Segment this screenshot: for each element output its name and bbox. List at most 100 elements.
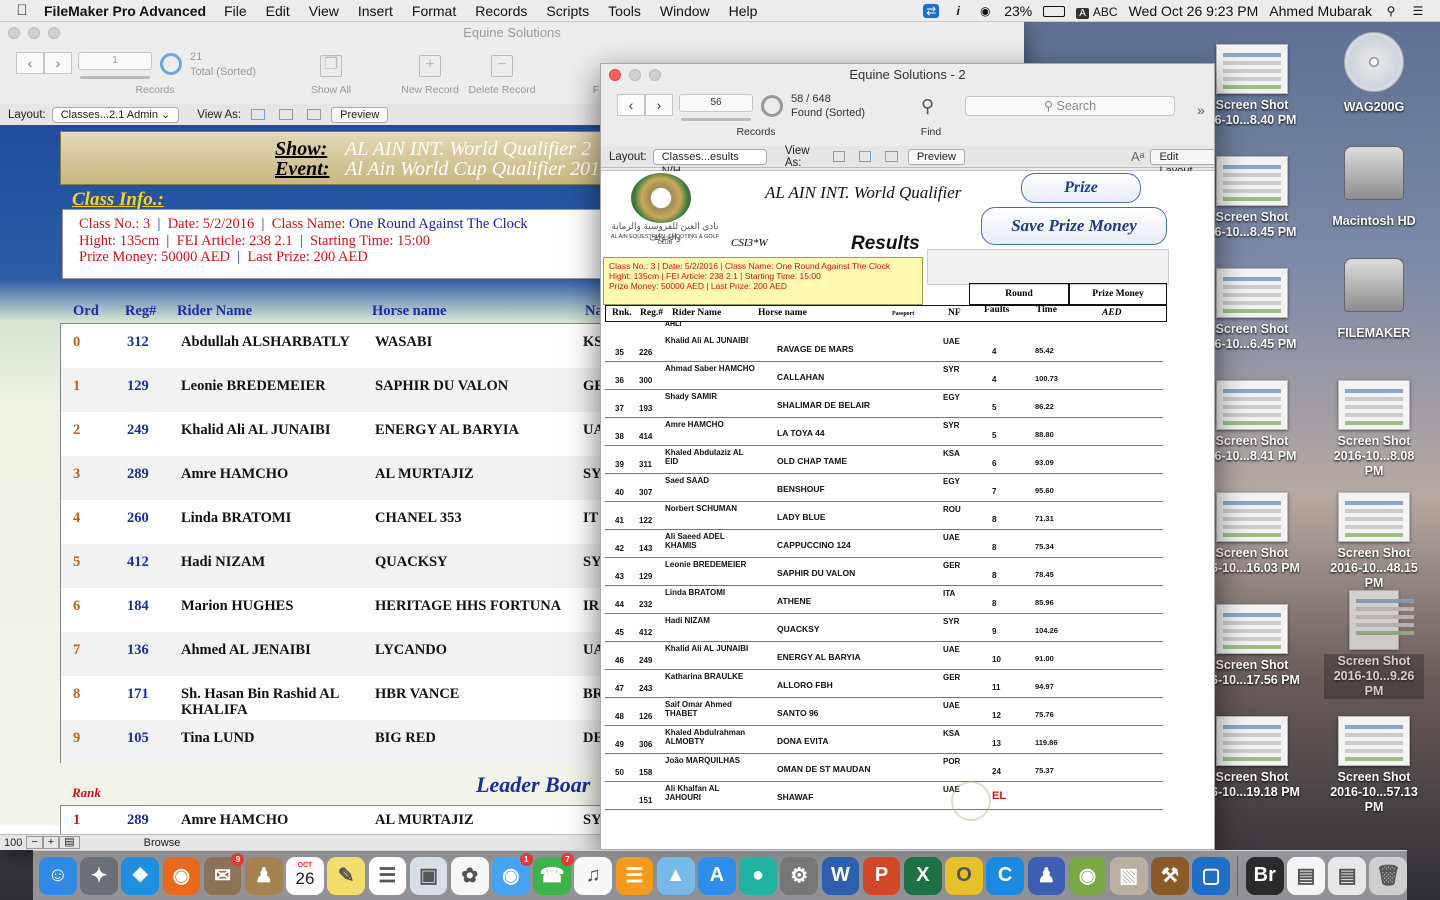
table-view-icon[interactable] xyxy=(885,151,898,162)
dock-teal-icon[interactable]: ● xyxy=(739,856,777,895)
desktop-screenshot-5[interactable]: Screen Shot 2016-10...8.08 PM xyxy=(1324,380,1424,479)
delete-record-icon[interactable]: − xyxy=(491,55,513,77)
battery-icon[interactable] xyxy=(1043,5,1066,17)
text-format-icon[interactable]: Aᵃ xyxy=(1131,149,1145,164)
results-row[interactable]: 43 129 Leonie BREDEMEIER SAPHIR DU VALON GER… xyxy=(605,558,1163,586)
dock-reminders-icon[interactable]: ☰ xyxy=(368,856,407,895)
results-row[interactable]: 50 158 João MARQUILHAS OMAN DE ST MAUDAN POR… xyxy=(605,754,1163,782)
show-all-icon[interactable]: ❐ xyxy=(320,55,342,77)
menu-window[interactable]: Window xyxy=(660,3,710,19)
minimize-button[interactable] xyxy=(28,27,40,39)
dock-firefox-icon[interactable]: ◉ xyxy=(162,856,201,895)
desktop-screenshot-2[interactable]: Screen Shot 16-10...8.45 PM xyxy=(1202,156,1302,240)
menu-edit[interactable]: Edit xyxy=(266,3,290,19)
zoom-in-icon[interactable]: + xyxy=(42,836,60,849)
list-view-icon[interactable] xyxy=(279,109,294,120)
next-record-button[interactable]: › xyxy=(44,52,72,74)
dock-preview-icon[interactable]: ▣ xyxy=(409,856,448,895)
app-menu[interactable]: FileMaker Pro Advanced xyxy=(44,3,206,19)
dock-notes-icon[interactable]: ✎ xyxy=(327,856,365,895)
layout-select[interactable]: Classes...esults N/H ⌄ xyxy=(652,148,767,177)
dock-maps-icon[interactable]: ▲ xyxy=(656,856,695,895)
desktop-screenshot-9-selected[interactable]: Screen Shot 2016-10...9.26 PM xyxy=(1324,590,1424,699)
user-menu[interactable]: Ahmed Mubarak xyxy=(1269,3,1372,19)
record-slider[interactable] xyxy=(681,118,751,121)
clock[interactable]: Wed Oct 26 9:23 PM xyxy=(1129,3,1259,19)
menu-scripts[interactable]: Scripts xyxy=(546,3,589,19)
height-value[interactable]: 135cm xyxy=(120,233,159,249)
prize-button[interactable]: Prize xyxy=(1021,173,1141,203)
zoom-button[interactable] xyxy=(48,27,60,39)
preview-button[interactable]: Preview xyxy=(907,148,965,165)
menu-format[interactable]: Format xyxy=(412,3,456,19)
desktop-screenshot-7[interactable]: Screen Shot 2016-10...48.15 PM xyxy=(1324,492,1424,591)
start-list-row[interactable]: 4 260 Linda BRATOMI CHANEL 353 IT xyxy=(61,500,621,544)
info-icon[interactable]: i xyxy=(950,4,966,18)
results-row[interactable]: 39 311 Khaled Abdulaziz AL EID OLD CHAP TAM… xyxy=(605,446,1163,474)
dock-facetime-icon[interactable]: ☎ 7 xyxy=(533,852,574,895)
results-row[interactable]: 40 307 Saed SAAD BENSHOUF EGY 7 95.60 xyxy=(605,474,1163,502)
desktop-macintosh-hd[interactable]: Macintosh HD xyxy=(1324,146,1424,229)
leader-row[interactable]: 1 289 Amre HAMCHO AL MURTAJIZ SY xyxy=(61,806,621,836)
form-view-icon[interactable] xyxy=(832,151,846,162)
close-button[interactable] xyxy=(8,27,20,39)
results-row[interactable]: 42 143 Ali Saeed ADEL KHAMIS CAPPUCCINO 124… xyxy=(605,530,1163,558)
start-list-row[interactable]: 9 105 Tina LUND BIG RED DE xyxy=(61,720,621,764)
menu-insert[interactable]: Insert xyxy=(358,3,393,19)
results-row[interactable]: 41 122 Norbert SCHUMAN LADY BLUE ROU 8 71.31 xyxy=(605,502,1163,530)
zoom-out-icon[interactable]: − xyxy=(26,836,43,849)
search-input[interactable]: ⚲ Search xyxy=(965,96,1175,116)
dock-ibooks-icon[interactable]: ☰ xyxy=(615,856,654,895)
class-no-value[interactable]: 3 xyxy=(143,216,150,232)
start-list-row[interactable]: 2 249 Khalid Ali AL JUNAIBI ENERGY AL BARYI… xyxy=(61,412,621,456)
menu-view[interactable]: View xyxy=(309,3,339,19)
dock-excel-icon[interactable]: X xyxy=(903,856,942,895)
dock-trash-icon[interactable]: 🗑 xyxy=(1369,856,1408,895)
results-row[interactable]: 36 300 Ahmad Saber HAMCHO CALLAHAN SYR 4 100.7… xyxy=(605,362,1163,390)
dock-toolbox-icon[interactable]: ⚒ xyxy=(1151,856,1189,895)
dock-bridge-icon[interactable]: Br xyxy=(1245,856,1284,895)
start-list-row[interactable]: 6 184 Marion HUGHES HERITAGE HHS FORTUNA IR xyxy=(61,588,621,632)
dock-safari-icon[interactable]: ❖ xyxy=(121,856,160,895)
teamviewer-icon[interactable]: ⇄ xyxy=(923,4,940,18)
form-view-icon[interactable] xyxy=(251,109,266,120)
start-time-value[interactable]: 15:00 xyxy=(397,233,430,249)
find-label[interactable]: Find xyxy=(917,126,945,138)
results-row[interactable]: 48 126 Saif Omar Ahmed THABET SANTO 96 UAE 12… xyxy=(605,698,1163,726)
desktop-wag200g-disc[interactable]: WAG200G xyxy=(1324,32,1424,115)
dock-team-icon[interactable]: ♟ xyxy=(1027,856,1066,895)
notification-center-icon[interactable]: ☰ xyxy=(1410,4,1426,18)
results-row[interactable]: 49 306 Khaled Abdulrahman ALMOBTY DONA EVIT… xyxy=(605,726,1163,754)
dock-app-store-icon[interactable]: A xyxy=(698,856,736,895)
desktop-screenshot-8[interactable]: Screen Shot 16-10...17.56 PM xyxy=(1202,604,1302,688)
dock-mail-icon[interactable]: ✉ 9 xyxy=(203,852,245,895)
dock-photo-icon[interactable]: ▧ xyxy=(1109,856,1148,895)
next-record-button[interactable]: › xyxy=(645,94,673,116)
date-value[interactable]: 5/2/2016 xyxy=(203,216,255,232)
desktop-screenshot-6[interactable]: Screen Shot 16-10...16.03 PM xyxy=(1202,492,1302,576)
dock-launchpad-icon[interactable]: ✦ xyxy=(80,856,118,895)
input-source-menu[interactable]: A ABC xyxy=(1076,3,1118,19)
dock-system-preferences-icon[interactable]: ⚙ xyxy=(780,856,819,895)
delete-record-label[interactable]: Delete Record xyxy=(464,84,540,96)
dock-powerpoint-icon[interactable]: P xyxy=(862,856,901,895)
last-prize-value[interactable]: 200 AED xyxy=(313,249,367,265)
menu-file[interactable]: File xyxy=(224,3,247,19)
dock-outlook-icon[interactable]: O xyxy=(945,856,983,895)
start-list-row[interactable]: 0 312 Abdullah ALSHARBATLY WASABI KS xyxy=(61,324,621,368)
dock-itunes-icon[interactable]: ♫ xyxy=(574,856,613,895)
start-list-row[interactable]: 1 129 Leonie BREDEMEIER SAPHIR DU VALON GE xyxy=(61,368,621,412)
list-view-icon[interactable] xyxy=(859,151,872,162)
desktop-screenshot-4[interactable]: Screen Shot 16-10...8.41 PM xyxy=(1202,380,1302,464)
new-record-icon[interactable]: + xyxy=(419,55,441,77)
desktop-screenshot-10[interactable]: Screen Shot 16-10...19.18 PM xyxy=(1202,716,1302,800)
class-name-value[interactable]: One Round Against The Clock xyxy=(349,216,528,232)
dock-c-icon[interactable]: C xyxy=(986,856,1024,895)
mode-indicator[interactable]: Browse xyxy=(140,837,185,849)
prize-money-value[interactable]: 50000 AED xyxy=(161,249,230,265)
start-list-row[interactable]: 8 171 Sh. Hasan Bin Rashid AL KHALIFA HBR V… xyxy=(61,676,621,720)
table-view-icon[interactable] xyxy=(307,109,322,120)
menu-help[interactable]: Help xyxy=(729,3,758,19)
dock-photos-icon[interactable]: ✿ xyxy=(450,856,489,895)
close-button[interactable] xyxy=(609,69,621,81)
